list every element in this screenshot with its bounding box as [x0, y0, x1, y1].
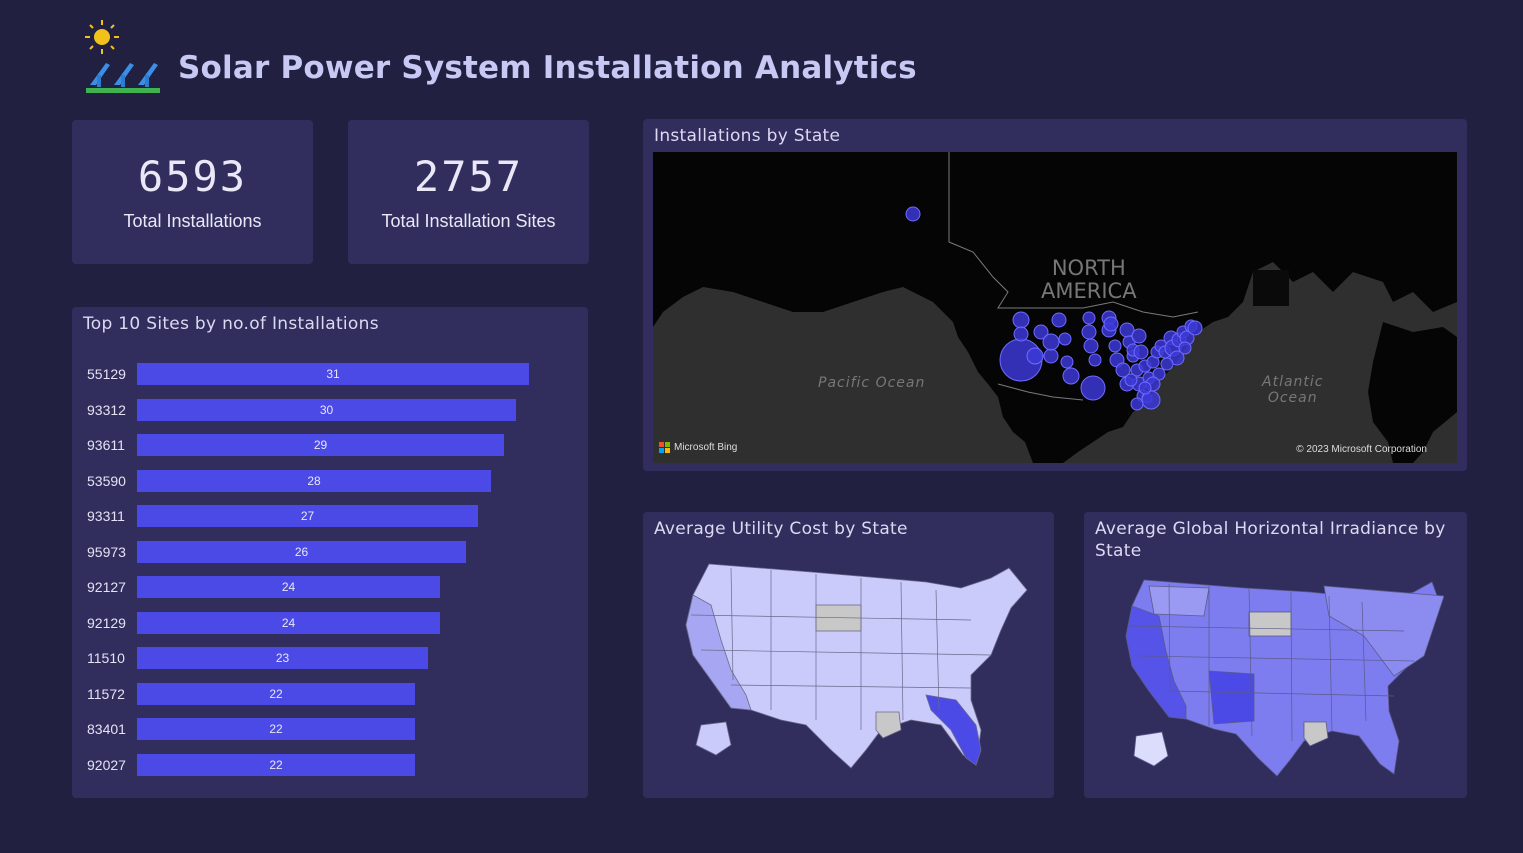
bar-row[interactable]: 93311 27	[72, 505, 588, 527]
bar-category-label: 92027	[87, 756, 126, 773]
bar-row[interactable]: 53590 28	[72, 469, 588, 492]
bar-row[interactable]: 92127 24	[72, 576, 588, 598]
installation-bubble[interactable]	[1058, 332, 1072, 346]
bar-row[interactable]: 92129 24	[72, 611, 588, 634]
bing-brand-label: Microsoft Bing	[674, 442, 738, 453]
bar-value-label: 22	[269, 686, 283, 701]
bar-value-label: 28	[307, 473, 321, 488]
bar-value-label: 30	[319, 402, 334, 417]
bar[interactable]: 26	[137, 540, 466, 563]
bar-value-label: 23	[275, 651, 290, 665]
dashboard-header: Solar Power System Installation Analytic…	[84, 18, 917, 98]
map-title: Average Global Horizontal Irradiance by …	[1095, 519, 1446, 561]
installation-bubble[interactable]	[1062, 367, 1080, 385]
installation-bubble[interactable]	[1108, 339, 1122, 353]
bubble-map[interactable]: NORTH AMERICA Pacific Ocean Atlantic Oce…	[653, 152, 1457, 463]
bar-category-label: 93312	[87, 401, 126, 418]
installations-map-panel[interactable]: Installations by State NORTH AMERICA Pac…	[643, 119, 1467, 471]
bar-category-label: 93611	[87, 437, 125, 453]
installation-bubble[interactable]	[1124, 373, 1138, 387]
bar[interactable]: 24	[137, 611, 440, 634]
bar-row[interactable]: 11510 23	[72, 647, 588, 669]
bar-row[interactable]: 55129 31	[72, 363, 588, 385]
installation-bubble[interactable]	[1012, 311, 1030, 329]
bar-category-label: 11572	[87, 685, 125, 702]
kpi-value: 6593	[137, 152, 248, 201]
installation-bubble[interactable]	[1060, 355, 1074, 369]
installation-bubble[interactable]	[1083, 338, 1099, 354]
bar-value-label: 27	[300, 509, 315, 523]
bar[interactable]: 30	[137, 398, 516, 421]
installation-bubble[interactable]	[1081, 324, 1097, 340]
installation-bubble[interactable]	[1138, 381, 1152, 395]
installation-bubble[interactable]	[1082, 311, 1096, 325]
bar-category-label: 92129	[87, 614, 126, 631]
bar-category-label: 95973	[87, 543, 126, 560]
microsoft-bing-logo: Microsoft Bing	[659, 442, 737, 453]
bar[interactable]: 28	[137, 469, 491, 492]
kpi-label: Total Installations	[123, 211, 262, 231]
bar-row[interactable]: 93611 29	[72, 434, 588, 456]
bar-category-label: 93311	[87, 508, 125, 524]
bar-value-label: 22	[269, 722, 283, 736]
bar[interactable]: 22	[137, 718, 415, 740]
bar-row[interactable]: 93312 30	[72, 398, 588, 421]
bar-row[interactable]: 11572 22	[72, 682, 588, 705]
installation-bubble[interactable]	[905, 206, 921, 222]
microsoft-logo-icon	[659, 442, 670, 453]
installation-bubble[interactable]	[1013, 326, 1029, 342]
installation-bubble[interactable]	[1103, 316, 1119, 332]
page-title: Solar Power System Installation Analytic…	[178, 50, 917, 86]
bar-value-label: 22	[269, 757, 283, 772]
bar-category-label: 11510	[87, 650, 125, 666]
installation-bubble[interactable]	[1131, 328, 1147, 344]
bubble-layer	[905, 206, 1203, 411]
bar-value-label: 24	[281, 615, 296, 630]
bar[interactable]: 22	[137, 753, 415, 776]
kpi-total-installations[interactable]: 6593 Total Installations	[72, 120, 313, 264]
installation-bubble[interactable]	[1133, 344, 1149, 360]
bar-row[interactable]: 95973 26	[72, 540, 588, 563]
bar[interactable]: 27	[137, 505, 478, 527]
map-copyright: © 2023 Microsoft Corporation	[1296, 444, 1427, 455]
installation-bubble[interactable]	[1160, 357, 1174, 371]
bar-category-label: 92127	[87, 579, 126, 595]
bar-category-label: 55129	[87, 366, 126, 382]
bar-value-label: 29	[313, 438, 328, 452]
bar-row[interactable]: 83401 22	[72, 718, 588, 740]
bar-value-label: 31	[326, 367, 340, 381]
kpi-total-installation-sites[interactable]: 2757 Total Installation Sites	[348, 120, 589, 264]
bar[interactable]: 29	[137, 434, 504, 456]
installation-bubble[interactable]	[1042, 333, 1060, 351]
installation-bubble[interactable]	[1130, 397, 1144, 411]
installation-bubble[interactable]	[1088, 353, 1102, 367]
map-title: Average Utility Cost by State	[654, 519, 908, 539]
bar[interactable]: 23	[137, 647, 428, 669]
irradiance-choropleth[interactable]	[1114, 576, 1444, 786]
bar[interactable]: 31	[137, 363, 529, 385]
installation-bubble[interactable]	[1043, 348, 1059, 364]
utility-cost-map-panel[interactable]: Average Utility Cost by State	[643, 512, 1054, 798]
bar-row[interactable]: 92027 22	[72, 753, 588, 776]
bar-value-label: 24	[281, 580, 296, 594]
installation-bubble[interactable]	[1051, 312, 1067, 328]
irradiance-map-panel[interactable]: Average Global Horizontal Irradiance by …	[1084, 512, 1467, 798]
top-sites-bar-chart[interactable]: Top 10 Sites by no.of Installations 5512…	[72, 307, 588, 798]
utility-cost-choropleth[interactable]	[671, 560, 1033, 780]
installation-bubble[interactable]	[1026, 347, 1044, 365]
map-title: Installations by State	[654, 126, 841, 146]
bar-category-label: 53590	[87, 472, 126, 489]
bar[interactable]: 24	[137, 576, 440, 598]
bar[interactable]: 22	[137, 682, 415, 705]
installation-bubble[interactable]	[1187, 320, 1203, 336]
bar-category-label: 83401	[87, 721, 126, 737]
installation-bubble[interactable]	[1080, 375, 1106, 401]
solar-panel-logo-icon	[85, 20, 160, 93]
chart-title: Top 10 Sites by no.of Installations	[83, 314, 379, 334]
bar-value-label: 26	[294, 544, 309, 559]
kpi-label: Total Installation Sites	[381, 211, 556, 231]
kpi-value: 2757	[413, 152, 524, 201]
